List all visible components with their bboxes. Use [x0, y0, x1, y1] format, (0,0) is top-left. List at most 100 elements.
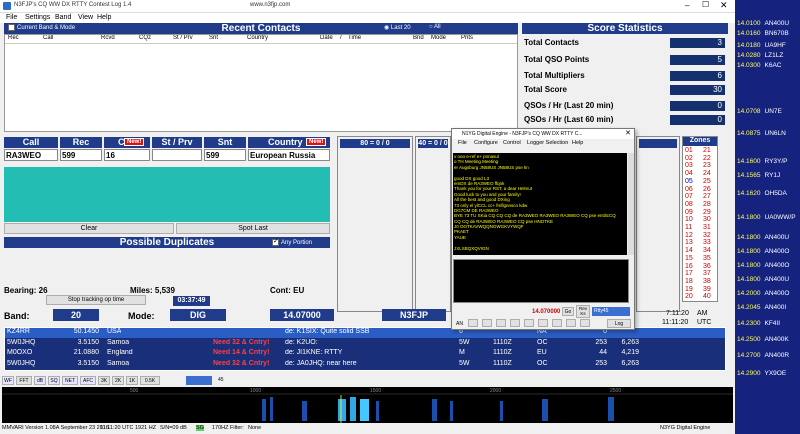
menu-help[interactable]: Help	[97, 14, 111, 21]
wf-btn-2k[interactable]: 2K	[112, 376, 124, 385]
wf-btn-db[interactable]: dB	[34, 376, 46, 385]
menu-file[interactable]: File	[6, 14, 17, 21]
scale-1000: 1000	[250, 388, 261, 394]
any-portion-checkbox[interactable]: Any Portion	[272, 237, 312, 246]
cluster-spot[interactable]: 14.2900 YX9OE	[737, 370, 800, 379]
call-input[interactable]	[4, 149, 58, 161]
wf-btn-net[interactable]: NET	[62, 376, 78, 385]
cluster-spot[interactable]: 14.1620 OH5DA	[737, 190, 800, 199]
local-time: 7:11:20	[666, 310, 689, 317]
waterfall-toolbar: WF FFT dB SQ NET AFC 3K 2K 1K 0.5K 45	[0, 375, 735, 387]
digital-tx-text[interactable]	[453, 259, 629, 303]
spot-last-button[interactable]: Spot Last	[176, 223, 330, 234]
cluster-spot[interactable]: 14.1800 UA0WW/P	[737, 214, 800, 223]
menu-view[interactable]: View	[78, 14, 93, 21]
recent-contacts-table[interactable]: Rec Call Rcvd CQz St / Prv Snt Country D…	[4, 34, 518, 132]
zone-38: 38	[703, 277, 711, 285]
digital-macro-5[interactable]	[524, 319, 534, 327]
waterfall-display[interactable]: 500 1000 1500 2000 2500	[2, 387, 733, 423]
spots-list[interactable]: KZ4RR 50.1450 USA de: K1SIX: Quite solid SS…	[4, 327, 726, 371]
spot-freq: 3.5150	[77, 338, 99, 346]
cluster-spot[interactable]: 14.0280 LZ1LZ	[737, 52, 800, 61]
cluster-spot[interactable]: 14.2000 AN400O	[737, 290, 800, 299]
last20-radio[interactable]: ◉ Last 20	[384, 24, 411, 31]
digital-macro-6[interactable]	[538, 319, 548, 327]
digital-macro-2[interactable]	[482, 319, 492, 327]
zone-36: 36	[703, 262, 711, 270]
zone-19: 19	[685, 285, 693, 293]
digital-macro-7[interactable]	[552, 319, 562, 327]
menu-band[interactable]: Band	[55, 14, 71, 21]
close-button[interactable]: ✕	[720, 0, 728, 11]
miles-text: Miles: 5,539	[130, 286, 175, 295]
cluster-spot[interactable]: 14.0100 AN400U	[737, 20, 800, 29]
wf-btn-wf[interactable]: WF	[2, 376, 14, 385]
cluster-spot[interactable]: 14.0160 BN670B	[737, 30, 800, 39]
spot-msg: de: JI1KNE: RTTY	[285, 349, 343, 357]
cluster-spot[interactable]: 14.1565 RY1J	[737, 172, 800, 181]
spot-row[interactable]: 5W0JHQ 3.5150 Samoa Need 32 & Cntry! de: K2U…	[5, 339, 725, 349]
cluster-spot[interactable]: 14.0300 K6AC	[737, 62, 800, 71]
app-icon	[3, 2, 11, 10]
all-radio[interactable]: ○ All	[429, 24, 441, 30]
cluster-spot[interactable]: 14.0180 UA9HF	[737, 42, 800, 51]
menu-settings[interactable]: Settings	[25, 14, 50, 21]
cluster-spot[interactable]: 14.1800 AN400U	[737, 276, 800, 285]
digital-rx-text[interactable]: v ooo e-ref e+ pnnasul o TH Meeting Meet…	[453, 153, 627, 255]
cluster-spot[interactable]: 14.2500 AN400K	[737, 336, 800, 345]
table-header-row: Rec Call Rcvd CQz St / Prv Snt Country D…	[5, 35, 517, 44]
cluster-spot[interactable]: 14.2300 KF4II	[737, 320, 800, 329]
clear-button[interactable]: Clear	[4, 223, 174, 234]
cluster-spot[interactable]: 14.2045 AN400I	[737, 304, 800, 313]
stprv-input[interactable]	[152, 149, 202, 161]
digital-mode-combo[interactable]: Rtty45	[592, 307, 630, 316]
recent-contacts-header: Current Band & Mode Recent Contacts ◉ La…	[4, 23, 518, 34]
digital-go-button[interactable]: Go	[562, 307, 574, 316]
digital-macro-4[interactable]	[510, 319, 520, 327]
zone-24: 24	[703, 170, 711, 178]
zone-05: 05	[685, 177, 693, 185]
digital-macro-1[interactable]	[468, 319, 478, 327]
band-box-other	[636, 136, 680, 312]
rec-input[interactable]	[60, 149, 102, 161]
wf-level-bar[interactable]	[186, 376, 212, 385]
spot-need: Need 32 & Cntry!	[213, 338, 270, 346]
digital-rev-button[interactable]: Rev Ks	[576, 305, 590, 318]
cluster-spot[interactable]: 14.0708 UN7E	[737, 108, 800, 117]
wf-btn-3k[interactable]: 3K	[98, 376, 110, 385]
cq-zone-input[interactable]	[104, 149, 150, 161]
spot-call: M0OXO	[7, 349, 33, 357]
digital-rx-scrollbar[interactable]	[628, 153, 634, 255]
digital-log-button[interactable]: Log	[607, 319, 631, 328]
cluster-panel[interactable]: 14.0100 AN400U 14.0160 BN670B 14.0180 UA9HF 14…	[735, 0, 800, 434]
possible-duplicates-list[interactable]	[4, 248, 330, 281]
spot-band: M	[459, 349, 465, 357]
current-band-checkbox[interactable]: Current Band & Mode	[8, 24, 75, 31]
wf-btn-sq[interactable]: SQ	[48, 376, 60, 385]
total-multipliers-label: Total Multipliers	[524, 71, 585, 80]
cluster-spot[interactable]: 14.0875 UN6LN	[737, 130, 800, 139]
digital-engine-window[interactable]: N1YG Digital Engine - N3FJP's CQ WW DX R…	[451, 128, 635, 330]
cluster-spot[interactable]: 14.1800 AN400O	[737, 262, 800, 271]
spot-row[interactable]: 5W0JHQ 3.5150 Samoa Need 32 & Cntry! de: JA0…	[5, 360, 725, 370]
wf-btn-afc[interactable]: AFC	[80, 376, 96, 385]
digital-macro-3[interactable]	[496, 319, 506, 327]
cluster-spot[interactable]: 14.1600 RY3Y/P	[737, 158, 800, 167]
cluster-spot[interactable]: 14.2700 AN400R	[737, 352, 800, 361]
wf-btn-0-5k[interactable]: 0.5K	[140, 376, 160, 385]
digital-macro-8[interactable]	[566, 319, 576, 327]
spot-row[interactable]: M0OXO 21.0880 England Need 14 & Cntry! de: J…	[5, 349, 725, 359]
digital-close-button[interactable]: ✕	[625, 129, 631, 137]
digital-macro-9[interactable]	[580, 319, 590, 327]
country-input[interactable]	[248, 149, 330, 161]
wf-btn-1k[interactable]: 1K	[126, 376, 138, 385]
snt-input[interactable]	[204, 149, 246, 161]
wf-btn-fft[interactable]: FFT	[16, 376, 32, 385]
cq-header: C New!	[104, 137, 150, 148]
maximize-button[interactable]: ☐	[702, 0, 709, 9]
minimize-button[interactable]: –	[685, 1, 689, 10]
cluster-spot[interactable]: 14.1800 AN400O	[737, 248, 800, 257]
spot-dist: 6,263	[621, 338, 639, 346]
stop-tracking-button[interactable]: Stop tracking op time	[46, 295, 146, 305]
cluster-spot[interactable]: 14.1800 AN400U	[737, 234, 800, 243]
